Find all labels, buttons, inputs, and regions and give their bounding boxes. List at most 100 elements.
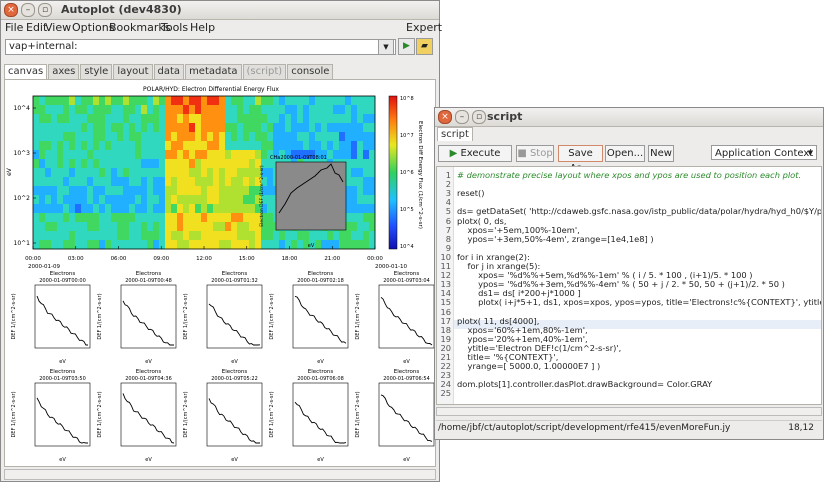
spectrogram-cell — [195, 114, 202, 124]
spectrogram-cell — [279, 114, 286, 124]
spectrogram-cell — [273, 132, 280, 142]
top-y-tick-label: 10^2 — [14, 195, 31, 202]
spectrogram-cell — [231, 222, 238, 232]
editor-hscrollbar[interactable] — [436, 407, 822, 416]
spectrogram-cell — [159, 195, 166, 205]
spectrogram-cell — [63, 141, 70, 151]
spectrogram-cell — [147, 132, 154, 142]
new-button[interactable]: New — [648, 145, 674, 162]
chevron-down-icon[interactable]: ▼ — [378, 39, 394, 55]
tab-console[interactable]: console — [287, 64, 334, 79]
execute-button[interactable]: ▶ Execute — [438, 145, 512, 162]
expert-menu[interactable]: Expert — [406, 21, 442, 34]
open-button[interactable]: Open... — [605, 145, 645, 162]
spectrogram-cell — [225, 195, 232, 205]
spectrogram-cell — [159, 132, 166, 142]
tab-metadata[interactable]: metadata — [185, 64, 242, 79]
folder-icon[interactable]: ▰ — [416, 38, 433, 55]
spectrogram-cell — [207, 96, 214, 106]
spectrogram-cell — [357, 168, 364, 178]
spectrogram-cell — [81, 150, 88, 160]
spectrogram-cell — [267, 132, 274, 142]
address-input[interactable]: vap+internal: — [5, 39, 396, 55]
spectrogram-cell — [39, 186, 46, 196]
spectrogram-cell — [33, 105, 40, 115]
menu-view[interactable]: View — [45, 21, 71, 34]
spectrogram-cell — [39, 222, 46, 232]
spectrogram-cell — [195, 231, 202, 241]
small-plot-time: 2000-01-09T06:08 — [297, 376, 344, 382]
tab-script[interactable]: (script) — [242, 64, 287, 79]
save-as-button[interactable]: Save As... — [558, 145, 603, 174]
spectrogram-cell — [105, 96, 112, 106]
tab-axes[interactable]: axes — [48, 64, 80, 79]
spectrogram-cell — [357, 222, 364, 232]
spectrogram-cell — [57, 105, 64, 115]
spectrogram-cell — [279, 231, 286, 241]
spectrogram-cell — [177, 222, 184, 232]
spectrogram-cell — [369, 105, 376, 115]
spectrogram-cell — [219, 186, 226, 196]
tab-layout[interactable]: layout — [113, 64, 153, 79]
spectrogram-cell — [165, 240, 172, 250]
minimize-icon[interactable]: – — [455, 110, 469, 124]
spectrogram-cell — [339, 96, 346, 106]
close-icon[interactable]: × — [438, 110, 452, 124]
spectrogram-cell — [357, 159, 364, 169]
maximize-icon[interactable]: ▫ — [38, 3, 52, 17]
spectrogram-cell — [249, 222, 256, 232]
spectrogram-cell — [159, 114, 166, 124]
small-plot-time: 2000-01-09T05:22 — [211, 376, 258, 382]
spectrogram-cell — [315, 141, 322, 151]
play-icon[interactable]: ▶ — [398, 38, 415, 55]
spectrogram-cell — [105, 141, 112, 151]
tab-style[interactable]: style — [80, 64, 113, 79]
spectrogram-cell — [183, 231, 190, 241]
spectrogram-cell — [237, 159, 244, 169]
spectrogram-cell — [213, 96, 220, 106]
spectrogram-cell — [171, 168, 178, 178]
tab-canvas[interactable]: canvas — [4, 64, 48, 79]
spectrogram-cell — [183, 105, 190, 115]
tab-script-editor[interactable]: script — [437, 127, 473, 141]
maximize-icon[interactable]: ▫ — [472, 110, 486, 124]
spectrogram-cell — [219, 213, 226, 223]
spectrogram-cell — [369, 177, 376, 187]
spectrogram-cell — [45, 231, 52, 241]
tab-data[interactable]: data — [153, 64, 185, 79]
spectrogram-cell — [183, 132, 190, 142]
spectrogram-cell — [147, 177, 154, 187]
small-plot-time: 2000-01-09T03:50 — [39, 376, 86, 382]
spectrogram-cell — [357, 195, 364, 205]
spectrogram-cell — [255, 150, 262, 160]
spectrogram-cell — [135, 114, 142, 124]
spectrogram-cell — [195, 105, 202, 115]
spectrogram-cell — [237, 141, 244, 151]
spectrogram-cell — [105, 204, 112, 214]
small-plot-frame — [206, 382, 263, 447]
spectrogram-cell — [267, 141, 274, 151]
spectrogram-cell — [231, 150, 238, 160]
spectrogram-cell — [147, 168, 154, 178]
spectrogram-cell — [171, 231, 178, 241]
stop-button[interactable]: ■ Stop — [516, 145, 554, 162]
minimize-icon[interactable]: – — [21, 3, 35, 17]
spectrogram-cell — [117, 132, 124, 142]
small-plots-grid: Electrons2000-01-09T00:00DEF 1/(cm^2-s-s… — [11, 271, 435, 463]
spectrogram-cell — [171, 105, 178, 115]
spectrogram-cell — [111, 222, 118, 232]
spectrogram-cell — [213, 177, 220, 187]
menu-help[interactable]: Help — [190, 21, 215, 34]
spectrogram-cell — [207, 195, 214, 205]
plot-canvas[interactable]: POLAR/HYD: Electron Differential Energy … — [4, 79, 436, 467]
code-editor[interactable]: 1 2 3 4 5 6 7 8 9 10 11 12 13 14 15 16 17 18 19 20 21 22 23 24 2… — [436, 166, 822, 405]
spectrogram-cell — [105, 195, 112, 205]
close-icon[interactable]: × — [4, 3, 18, 17]
spectrogram-cell — [213, 195, 220, 205]
canvas-hscrollbar[interactable] — [4, 469, 436, 480]
menu-tools[interactable]: Tools — [161, 21, 188, 34]
spectrogram-cell — [99, 96, 106, 106]
menu-file[interactable]: File — [5, 21, 23, 34]
context-select[interactable]: Application Context ▼ — [711, 145, 817, 160]
spectrogram-cell — [297, 240, 304, 250]
